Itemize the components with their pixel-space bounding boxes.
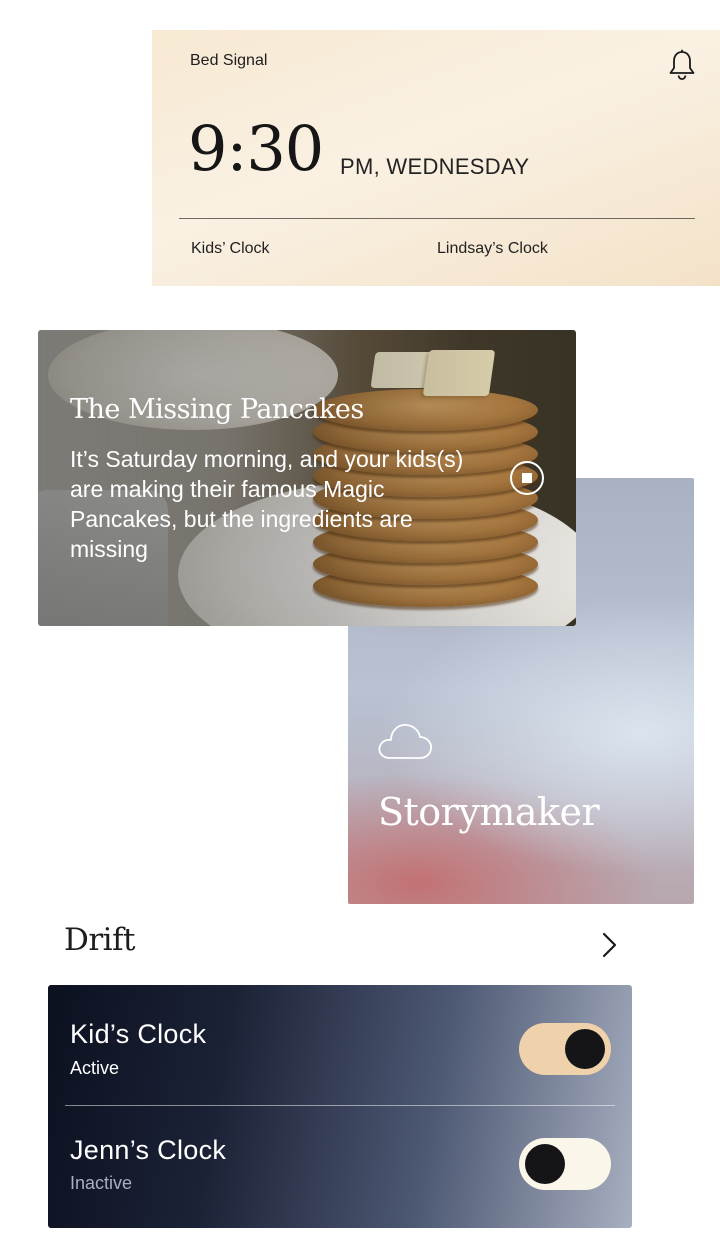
story-title: The Missing Pancakes [70, 394, 364, 425]
story-description: It’s Saturday morning, and your kids(s) … [70, 446, 464, 562]
toggle-knob [525, 1144, 565, 1184]
lindsay-clock-link[interactable]: Lindsay’s Clock [437, 240, 548, 258]
clock-row-kids: Kid’s Clock Active [48, 985, 632, 1100]
chevron-right-icon[interactable] [598, 930, 622, 960]
signal-divider [179, 218, 695, 219]
clock-status: Active [70, 1058, 120, 1078]
clock-row-jenn: Jenn’s Clock Inactive [48, 1105, 632, 1220]
story-card[interactable]: The Missing Pancakes It’s Saturday morni… [38, 330, 576, 626]
kids-clock-toggle[interactable] [519, 1023, 611, 1075]
bed-signal-title: Bed Signal [190, 52, 268, 69]
clock-name: Jenn’s Clock [70, 1135, 227, 1165]
bell-icon[interactable] [668, 49, 696, 81]
jenn-clock-toggle[interactable] [519, 1138, 611, 1190]
signal-day: PM, WEDNESDAY [340, 154, 530, 179]
bed-signal-card: Bed Signal 9:30 PM, WEDNESDAY Kids’ Cloc… [152, 30, 720, 286]
clock-name: Kid’s Clock [70, 1019, 207, 1049]
kids-clock-link[interactable]: Kids’ Clock [191, 240, 270, 258]
signal-time: 9:30 [188, 112, 324, 185]
stop-button[interactable] [510, 461, 544, 495]
toggle-knob [565, 1029, 605, 1069]
cloud-icon [378, 724, 433, 759]
clock-status: Inactive [70, 1173, 133, 1193]
drift-clocks-panel: Kid’s Clock Active Jenn’s Clock Inactive [48, 985, 632, 1228]
drift-title: Drift [64, 922, 136, 958]
stop-icon [522, 473, 532, 483]
storymaker-title: Storymaker [378, 790, 600, 834]
